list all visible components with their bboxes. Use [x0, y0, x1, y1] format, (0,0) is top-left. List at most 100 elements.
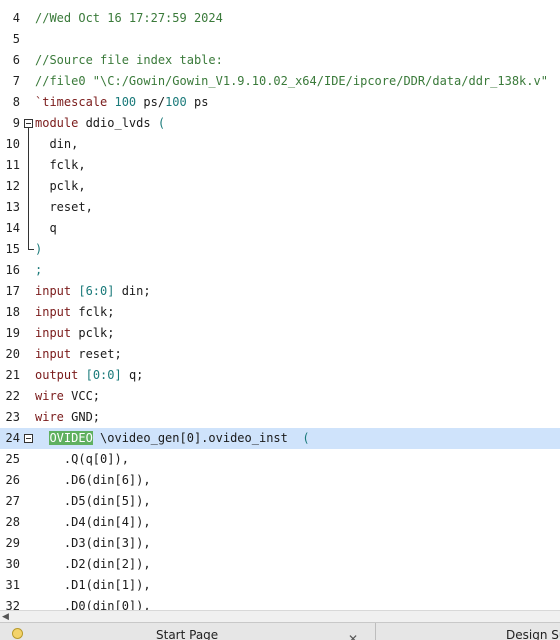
code-line[interactable]: 27 .D5(din[5]), [0, 491, 560, 512]
code-line-current[interactable]: 24 OVIDEO \ovideo_gen[0].ovideo_inst ( [0, 428, 560, 449]
code-text[interactable]: .Q(q[0]), [35, 449, 129, 470]
code-text[interactable]: input [6:0] din; [35, 281, 151, 302]
line-number: 12 [5, 179, 20, 193]
code-line[interactable]: 4 //Wed Oct 16 17:27:59 2024 [0, 8, 560, 29]
line-number: 11 [5, 158, 20, 172]
code-text[interactable]: din, [35, 134, 78, 155]
code-token: .D1(din[1]), [35, 578, 151, 592]
code-line[interactable]: 28 .D4(din[4]), [0, 512, 560, 533]
line-number: 32 [5, 599, 20, 610]
fold-toggle-icon[interactable] [24, 434, 33, 443]
code-text[interactable]: .D1(din[1]), [35, 575, 151, 596]
code-token: GND; [63, 410, 101, 424]
code-token: input [35, 347, 72, 361]
code-line[interactable]: 11 fclk, [0, 155, 560, 176]
line-number: 19 [5, 326, 20, 340]
scroll-left-arrow-icon[interactable]: ◀ [2, 612, 9, 622]
line-number: 24 [5, 431, 20, 445]
tab-start-page[interactable]: Start Page ✕ [36, 623, 376, 640]
code-text[interactable]: //Wed Oct 16 17:27:59 2024 [35, 8, 223, 29]
code-text[interactable]: pclk, [35, 176, 86, 197]
code-line[interactable]: 22 wire VCC; [0, 386, 560, 407]
code-text[interactable]: .D0(din[0]), [35, 596, 151, 610]
code-text[interactable]: wire VCC; [35, 386, 100, 407]
code-token: fclk; [71, 305, 115, 319]
primitive-token: OVIDEO [49, 431, 93, 445]
code-token: .D5(din[5]), [35, 494, 151, 508]
code-line[interactable]: 8 `timescale 100 ps/100 ps [0, 92, 560, 113]
code-line[interactable]: 17 input [6:0] din; [0, 281, 560, 302]
code-text[interactable]: .D2(din[2]), [35, 554, 151, 575]
code-text[interactable]: wire GND; [35, 407, 100, 428]
code-text[interactable]: input fclk; [35, 302, 114, 323]
line-number: 20 [5, 347, 20, 361]
code-text[interactable]: .D6(din[6]), [35, 470, 151, 491]
line-number: 21 [5, 368, 20, 382]
code-text[interactable]: .D3(din[3]), [35, 533, 151, 554]
code-token: //Wed Oct 16 17:27:59 2024 [35, 11, 223, 25]
code-text[interactable]: reset, [35, 197, 92, 218]
code-token: VCC; [63, 389, 101, 403]
code-token: ( [302, 431, 310, 445]
line-number: 30 [5, 557, 20, 571]
code-text[interactable]: input pclk; [35, 323, 114, 344]
code-line[interactable]: 19 input pclk; [0, 323, 560, 344]
code-text[interactable]: module ddio_lvds ( [35, 113, 165, 134]
code-text[interactable]: output [0:0] q; [35, 365, 143, 386]
code-line[interactable]: 5 [0, 29, 560, 50]
code-text[interactable]: q [35, 218, 56, 239]
code-text[interactable]: fclk, [35, 155, 85, 176]
code-line[interactable]: 20 input reset; [0, 344, 560, 365]
fold-toggle-icon[interactable] [24, 119, 33, 128]
code-text[interactable]: ) [35, 239, 42, 260]
code-editor[interactable]: 4 //Wed Oct 16 17:27:59 2024 5 6 //Source fi… [0, 0, 560, 610]
code-line[interactable]: 12 pclk, [0, 176, 560, 197]
tab-label: Start Page [156, 628, 219, 640]
line-number: 16 [5, 263, 20, 277]
code-token: reset; [71, 347, 122, 361]
code-text[interactable]: .D5(din[5]), [35, 491, 151, 512]
code-token: [6:0] [78, 284, 115, 298]
code-token: wire [35, 410, 64, 424]
line-number: 26 [5, 473, 20, 487]
line-number: 7 [12, 74, 20, 88]
line-number: 9 [12, 116, 20, 130]
bottom-tab-bar: Start Page ✕ Design Su [0, 622, 560, 640]
tab-design-summary[interactable]: Design Su [378, 623, 560, 640]
code-text[interactable]: //file0 "\C:/Gowin/Gowin_V1.9.10.02_x64/… [35, 71, 548, 92]
code-line[interactable]: 16; [0, 260, 560, 281]
code-line[interactable]: 7 //file0 "\C:/Gowin/Gowin_V1.9.10.02_x64… [0, 71, 560, 92]
code-line[interactable]: 32 .D0(din[0]), [0, 596, 560, 610]
code-line[interactable]: 13 reset, [0, 197, 560, 218]
code-text[interactable]: //Source file index table: [35, 50, 223, 71]
line-number: 22 [5, 389, 20, 403]
code-line[interactable]: 6 //Source file index table: [0, 50, 560, 71]
code-line[interactable]: 26 .D6(din[6]), [0, 470, 560, 491]
code-line[interactable]: 9 module ddio_lvds ( [0, 113, 560, 134]
code-line[interactable]: 14 q [0, 218, 560, 239]
code-line[interactable]: 25 .Q(q[0]), [0, 449, 560, 470]
code-line[interactable]: 15) [0, 239, 560, 260]
code-text[interactable]: OVIDEO \ovideo_gen[0].ovideo_inst ( [35, 428, 310, 449]
code-line[interactable]: 30 .D2(din[2]), [0, 554, 560, 575]
line-number: 28 [5, 515, 20, 529]
code-line[interactable]: 29 .D3(din[3]), [0, 533, 560, 554]
code-text[interactable]: input reset; [35, 344, 122, 365]
code-text[interactable]: `timescale 100 ps/100 ps [35, 92, 208, 113]
lightbulb-icon [12, 628, 23, 639]
code-token: input [35, 305, 72, 319]
code-line[interactable]: 21 output [0:0] q; [0, 365, 560, 386]
code-line[interactable]: 23 wire GND; [0, 407, 560, 428]
code-text[interactable]: ; [35, 260, 42, 281]
code-token: //file0 "\C:/Gowin/Gowin_V1.9.10.02_x64/… [35, 74, 548, 88]
code-token: pclk, [35, 179, 86, 193]
code-token: \ovideo_gen[0].ovideo_inst [92, 431, 303, 445]
code-token: [0:0] [85, 368, 122, 382]
code-line[interactable]: 18 input fclk; [0, 302, 560, 323]
code-line[interactable]: 31 .D1(din[1]), [0, 575, 560, 596]
code-token: din, [35, 137, 79, 151]
code-line[interactable]: 10 din, [0, 134, 560, 155]
close-icon[interactable]: ✕ [348, 627, 358, 640]
horizontal-scrollbar[interactable]: ◀ [0, 610, 560, 622]
code-text[interactable]: .D4(din[4]), [35, 512, 151, 533]
